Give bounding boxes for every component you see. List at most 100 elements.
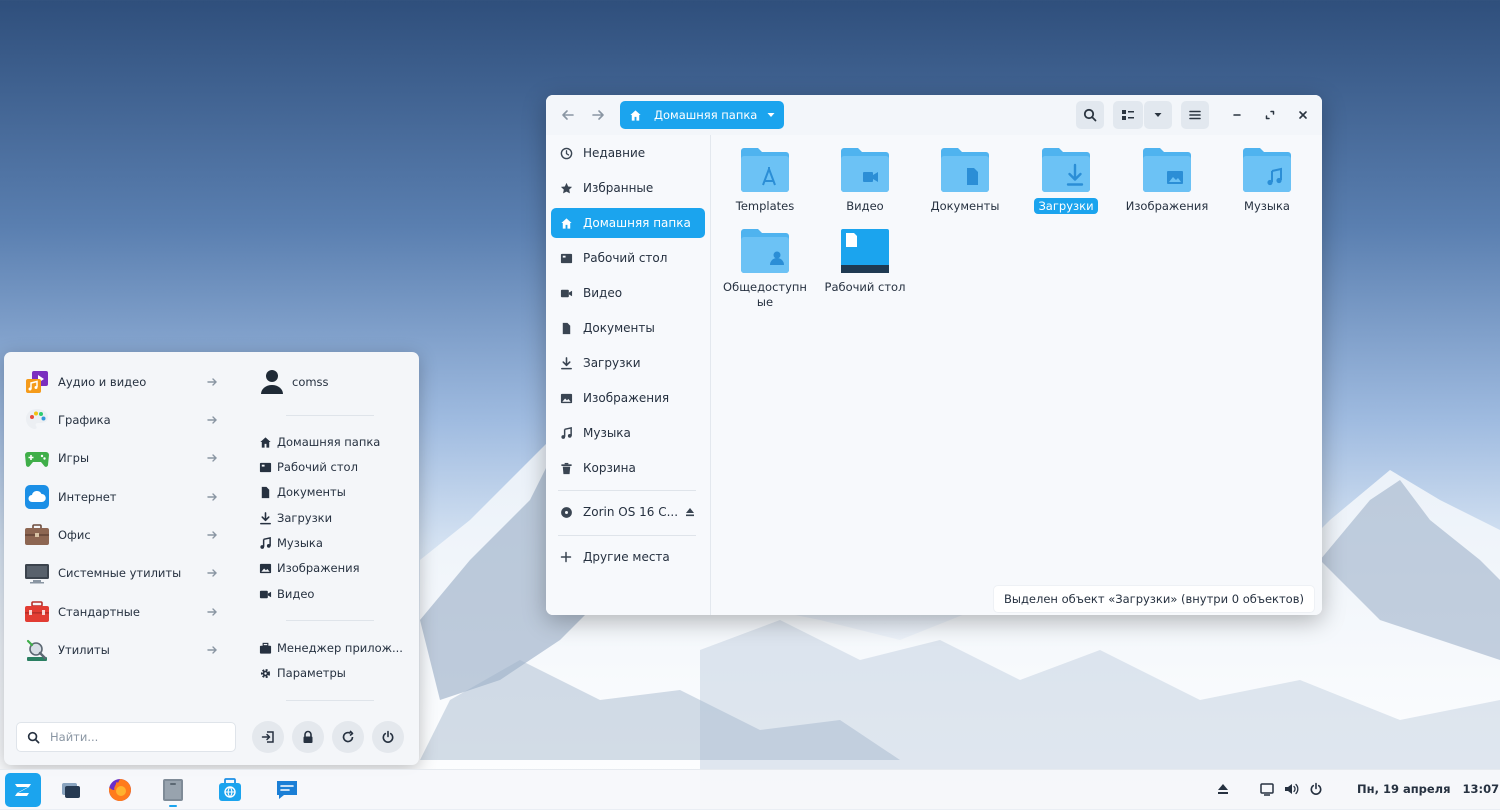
maximize-button[interactable] — [1256, 101, 1284, 129]
sidebar-item-label: Zorin OS 16 C... — [583, 505, 679, 519]
sidebar-item-device[interactable]: Zorin OS 16 C... — [551, 497, 705, 527]
sidebar-item-recent[interactable]: Недавние — [551, 138, 705, 168]
file-item[interactable]: Общедоступные — [715, 228, 815, 310]
file-name: Templates — [735, 199, 795, 213]
sidebar-item-trash[interactable]: Корзина — [551, 453, 705, 483]
chevron-down-icon[interactable] — [766, 110, 776, 120]
logout-button[interactable] — [252, 721, 284, 753]
lock-icon — [301, 730, 315, 744]
arrow-right-icon — [206, 606, 218, 618]
category-games[interactable]: Игры — [24, 443, 224, 473]
sidebar-item-label: Домашняя папка — [583, 216, 691, 230]
restart-button[interactable] — [332, 721, 364, 753]
taskbar-software[interactable] — [212, 773, 248, 807]
back-button[interactable] — [554, 101, 582, 129]
category-utilities[interactable]: Утилиты — [24, 635, 224, 665]
sidebar-item-videos[interactable]: Видео — [551, 278, 705, 308]
home-icon — [258, 435, 272, 449]
menu-divider — [286, 415, 374, 416]
gamepad-icon — [24, 445, 50, 471]
sidebar-item-other-locations[interactable]: Другие места — [551, 542, 705, 572]
category-internet[interactable]: Интернет — [24, 482, 224, 512]
audio-video-icon — [24, 369, 50, 395]
forward-button[interactable] — [584, 101, 612, 129]
menu-button[interactable] — [1181, 101, 1209, 129]
clock-date: Пн, 19 апреля — [1357, 782, 1451, 796]
category-graphics[interactable]: Графика — [24, 405, 224, 435]
templates-folder-icon — [739, 147, 791, 193]
file-item[interactable]: Музыка — [1217, 147, 1317, 214]
zorin-menu-button[interactable] — [5, 773, 41, 807]
sidebar-item-desktop[interactable]: Рабочий стол — [551, 243, 705, 273]
clock[interactable]: Пн, 19 апреля 13:07 — [1357, 782, 1499, 796]
search-box[interactable] — [16, 722, 236, 752]
place-documents[interactable]: Документы — [258, 481, 346, 503]
place-desktop[interactable]: Рабочий стол — [258, 456, 358, 478]
category-audio-video[interactable]: Аудио и видео — [24, 367, 224, 397]
close-button[interactable] — [1289, 101, 1317, 129]
category-label: Стандартные — [58, 605, 140, 619]
sidebar-item-home[interactable]: Домашняя папка — [551, 208, 705, 238]
file-item[interactable]: Templates — [715, 147, 815, 214]
category-system-tools[interactable]: Системные утилиты — [24, 558, 224, 588]
taskbar-window-switcher[interactable] — [53, 773, 89, 807]
sidebar-item-downloads[interactable]: Загрузки — [551, 348, 705, 378]
sidebar-item-music[interactable]: Музыка — [551, 418, 705, 448]
place-downloads[interactable]: Загрузки — [258, 507, 332, 529]
search-input[interactable] — [48, 729, 222, 745]
download-icon — [559, 356, 573, 370]
search-button[interactable] — [1076, 101, 1104, 129]
eject-icon[interactable] — [1217, 782, 1229, 799]
file-item[interactable]: Изображения — [1117, 147, 1217, 214]
file-item[interactable]: Видео — [815, 147, 915, 214]
place-home[interactable]: Домашняя папка — [258, 431, 380, 453]
view-options-button[interactable] — [1144, 101, 1172, 129]
maximize-icon — [1264, 109, 1276, 121]
music-folder-icon — [1241, 147, 1293, 193]
sidebar-item-pictures[interactable]: Изображения — [551, 383, 705, 413]
category-office[interactable]: Офис — [24, 520, 224, 550]
place-music[interactable]: Музыка — [258, 532, 323, 554]
sidebar-item-starred[interactable]: Избранные — [551, 173, 705, 203]
app-software-manager[interactable]: Менеджер прилож... — [258, 637, 403, 659]
taskbar-firefox[interactable] — [102, 773, 138, 807]
user-avatar-icon — [260, 369, 284, 395]
category-label: Утилиты — [58, 643, 110, 657]
view-list-button[interactable] — [1113, 101, 1143, 129]
file-item-selected[interactable]: Загрузки — [1016, 147, 1116, 214]
place-pictures[interactable]: Изображения — [258, 557, 360, 579]
zorin-logo-icon — [11, 778, 35, 802]
monitor-icon — [24, 560, 50, 586]
arrow-right-icon — [206, 491, 218, 503]
power-button[interactable] — [372, 721, 404, 753]
file-name: Документы — [930, 199, 1000, 213]
eject-icon[interactable] — [683, 505, 697, 519]
category-accessories[interactable]: Стандартные — [24, 597, 224, 627]
power-icon[interactable] — [1309, 782, 1323, 799]
taskbar-files[interactable] — [155, 773, 191, 807]
app-settings[interactable]: Параметры — [258, 662, 346, 684]
taskbar-messages[interactable] — [269, 773, 305, 807]
place-label: Музыка — [277, 536, 323, 550]
start-menu: Аудио и видео Графика Игры Интернет Офис — [4, 352, 419, 765]
category-label: Интернет — [58, 490, 117, 504]
place-videos[interactable]: Видео — [258, 583, 314, 605]
file-item[interactable]: Рабочий стол — [815, 228, 915, 295]
palette-icon — [24, 407, 50, 433]
lock-button[interactable] — [292, 721, 324, 753]
sidebar-item-label: Корзина — [583, 461, 636, 475]
user-account[interactable]: comss — [260, 369, 329, 395]
sidebar-item-label: Избранные — [583, 181, 654, 195]
download-icon — [258, 511, 272, 525]
volume-icon[interactable] — [1284, 782, 1300, 799]
category-label: Графика — [58, 413, 111, 427]
path-bar-home[interactable]: Домашняя папка — [620, 101, 784, 129]
screen-icon[interactable] — [1260, 782, 1274, 799]
file-item[interactable]: Документы — [915, 147, 1015, 214]
sidebar-item-documents[interactable]: Документы — [551, 313, 705, 343]
category-label: Аудио и видео — [58, 375, 147, 389]
restart-icon — [341, 730, 355, 744]
arrow-left-icon — [561, 108, 575, 122]
place-label: Рабочий стол — [277, 460, 358, 474]
minimize-button[interactable] — [1223, 101, 1251, 129]
